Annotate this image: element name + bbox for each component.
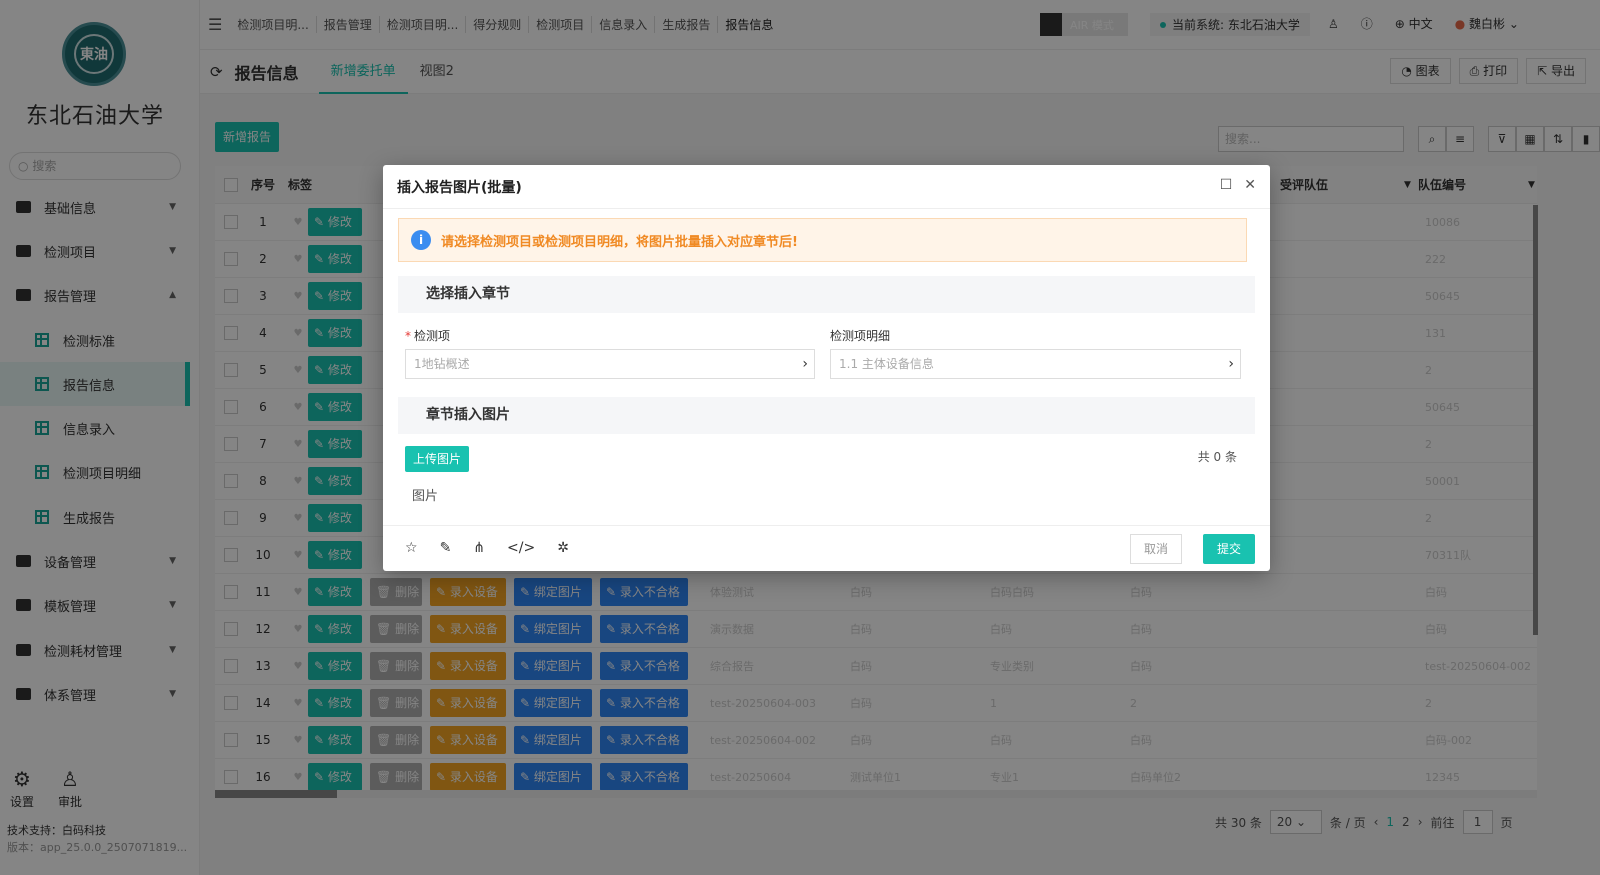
inspection-detail-value: 1.1 主体设备信息 bbox=[839, 357, 934, 371]
image-column-label: 图片 bbox=[412, 489, 439, 504]
dialog-controls: ☐ ✕ bbox=[1220, 177, 1256, 193]
chevron-right-icon: › bbox=[1228, 356, 1234, 372]
inspection-detail-select[interactable]: 1.1 主体设备信息 › bbox=[830, 349, 1241, 379]
share-icon[interactable]: ⋔ bbox=[473, 540, 485, 556]
image-count: 共 0 条 bbox=[1197, 450, 1237, 464]
app-root: 東油 东北石油大学 ○ 搜索 基础信息 ▼ 检测项目 ▼ 报告管理 ▲ 检测标准 bbox=[0, 0, 1600, 875]
field-label-inspection-detail: 检测项明细 bbox=[830, 329, 891, 343]
star-icon[interactable]: ☆ bbox=[405, 540, 418, 556]
insert-image-dialog: 插入报告图片(批量) ☐ ✕ i 请选择检测项目或检测项目明细，将图片批量插入对… bbox=[383, 165, 1270, 571]
submit-button[interactable]: 提交 bbox=[1203, 534, 1255, 564]
chevron-right-icon: › bbox=[802, 356, 808, 372]
field-label-text: 检测项 bbox=[414, 329, 451, 343]
dialog-footer: ☆ ✎ ⋔ </> ✲ 取消 提交 bbox=[383, 525, 1270, 571]
info-notice: i 请选择检测项目或检测项目明细，将图片批量插入对应章节后! bbox=[398, 218, 1247, 262]
section-select-chapter: 选择插入章节 bbox=[398, 276, 1255, 313]
notice-text: 请选择检测项目或检测项目明细，将图片批量插入对应章节后! bbox=[441, 234, 798, 250]
upload-image-button[interactable]: 上传图片 bbox=[405, 446, 469, 472]
edit-form-icon[interactable]: ✎ bbox=[440, 540, 452, 556]
field-label-inspection-item: * 检测项 bbox=[405, 327, 450, 344]
dialog-header: 插入报告图片(批量) ☐ ✕ bbox=[383, 165, 1270, 209]
section-chapter-images: 章节插入图片 bbox=[398, 397, 1255, 434]
maximize-icon[interactable]: ☐ bbox=[1220, 177, 1233, 193]
inspection-item-select[interactable]: 1地钻概述 › bbox=[405, 349, 815, 379]
footer-tools: ☆ ✎ ⋔ </> ✲ bbox=[405, 540, 569, 556]
required-marker: * bbox=[405, 329, 411, 343]
cancel-button[interactable]: 取消 bbox=[1130, 534, 1182, 564]
info-icon: i bbox=[411, 230, 431, 250]
inspection-item-value: 1地钻概述 bbox=[414, 357, 470, 371]
dialog-title: 插入报告图片(批量) bbox=[397, 179, 522, 196]
close-icon[interactable]: ✕ bbox=[1244, 177, 1256, 193]
code-icon[interactable]: </> bbox=[507, 540, 535, 556]
bug-icon[interactable]: ✲ bbox=[557, 540, 569, 556]
